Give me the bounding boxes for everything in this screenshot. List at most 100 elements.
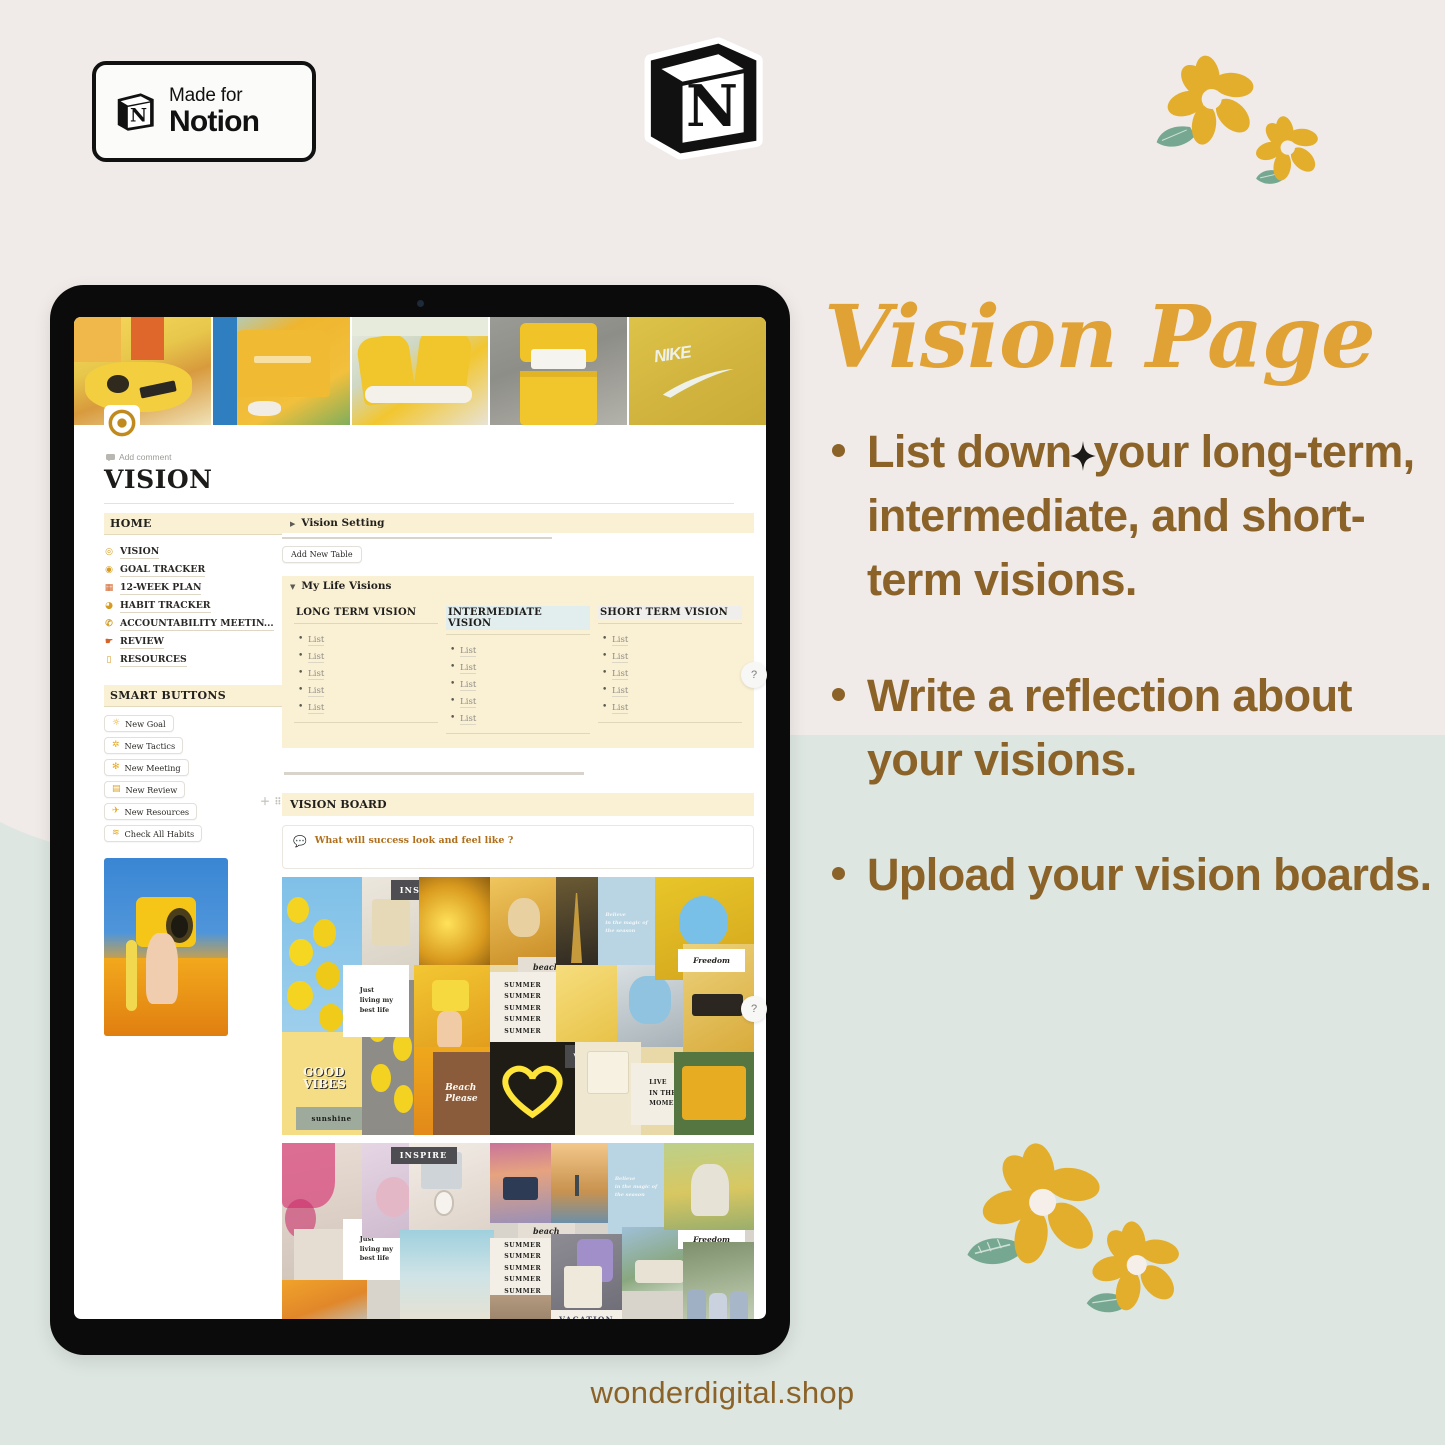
section-divider bbox=[284, 772, 584, 775]
collage-label-believe: Believe in the magic of the season bbox=[605, 912, 648, 935]
cover-image-nike-hoodie: NIKE bbox=[629, 317, 766, 425]
title-divider bbox=[104, 503, 734, 504]
add-new-table-button[interactable]: Add New Table bbox=[282, 546, 362, 563]
list-item[interactable]: List bbox=[598, 665, 742, 682]
help-bubble-button[interactable]: ? bbox=[741, 662, 767, 688]
list-item-label: List bbox=[612, 702, 629, 714]
decorative-flowers-top bbox=[1156, 55, 1340, 195]
collage-tile bbox=[555, 964, 618, 1043]
cover-image-yellow-set bbox=[490, 317, 630, 425]
sidebar-home-header: HOME bbox=[104, 513, 282, 535]
list-item[interactable]: List bbox=[294, 648, 438, 665]
new-meeting-button[interactable]: ✻ New Meeting bbox=[104, 759, 189, 776]
vision-item-list: List List List List List bbox=[446, 642, 590, 727]
collage-tile bbox=[489, 1295, 556, 1319]
callout-text: What will success look and feel like ? bbox=[314, 835, 514, 846]
list-item[interactable]: List bbox=[598, 648, 742, 665]
sidebar-item-review[interactable]: ☛ REVIEW bbox=[104, 633, 282, 651]
check-all-habits-button[interactable]: ≋ Check All Habits bbox=[104, 825, 203, 842]
collage-tile bbox=[551, 1143, 608, 1223]
ladder-icon: ≋ bbox=[112, 828, 120, 838]
list-item[interactable]: List bbox=[294, 631, 438, 648]
section-divider bbox=[282, 537, 552, 539]
smart-button-label: New Resources bbox=[124, 806, 190, 817]
list-item[interactable]: List bbox=[446, 710, 590, 727]
list-item-label: List bbox=[460, 696, 477, 708]
hand-icon: ☛ bbox=[104, 637, 114, 647]
smart-button-label: New Review bbox=[125, 784, 178, 795]
help-bubble-button[interactable]: ? bbox=[741, 996, 767, 1022]
vision-item-list: List List List List List bbox=[294, 631, 438, 716]
cover-image-dior-sweatshirt bbox=[212, 317, 352, 425]
collage-label-summer: SUMMER SUMMER SUMMER SUMMER SUMMER bbox=[489, 1238, 556, 1299]
calendar-icon: ▦ bbox=[104, 583, 114, 593]
list-item[interactable]: List bbox=[294, 665, 438, 682]
my-life-visions-toggle[interactable]: ▼ My Life Visions bbox=[290, 580, 746, 592]
bullet-text: Upload your vision boards. bbox=[867, 849, 1432, 901]
bullet-text: Write a reflection about your visions. bbox=[867, 669, 1352, 785]
sidebar-item-label: GOAL TRACKER bbox=[120, 563, 206, 577]
sidebar-item-12-week-plan[interactable]: ▦ 12-WEEK PLAN bbox=[104, 579, 282, 597]
bullet-dot-icon bbox=[832, 867, 845, 881]
vision-board-header: ＋ ⠿ VISION BOARD bbox=[260, 793, 754, 816]
list-item[interactable]: List bbox=[446, 693, 590, 710]
new-review-button[interactable]: ▤ New Review bbox=[104, 781, 186, 798]
collage-tile bbox=[414, 964, 490, 1058]
sidebar-item-goal-tracker[interactable]: ◉ GOAL TRACKER bbox=[104, 561, 282, 579]
vision-board-label: VISION BOARD bbox=[290, 798, 387, 811]
bullet-text: List down your long-term, intermediate, a… bbox=[867, 420, 1432, 612]
cover-image-converse bbox=[351, 317, 491, 425]
collage-label-vacation: VACATION bbox=[551, 1310, 622, 1319]
drag-handle-icon[interactable]: ⠿ bbox=[274, 798, 282, 808]
add-comment-button[interactable]: Add comment bbox=[106, 452, 171, 462]
sidebar-item-resources[interactable]: ▯ RESOURCES bbox=[104, 651, 282, 669]
sidebar-item-habit-tracker[interactable]: ◕ HABIT TRACKER bbox=[104, 597, 282, 615]
page-cover-gallery: NIKE bbox=[74, 317, 766, 425]
column-short-term-vision: SHORT TERM VISION List List List List Li… bbox=[598, 606, 742, 734]
tablet-screen: NIKE Add comment VISION HOME ◎ VISION ◉ … bbox=[74, 317, 766, 1319]
sidebar: HOME ◎ VISION ◉ GOAL TRACKER ▦ 12-WEEK P… bbox=[74, 513, 282, 1319]
new-tactics-button[interactable]: ✲ New Tactics bbox=[104, 737, 184, 754]
badge-brand-label: Notion bbox=[169, 105, 260, 138]
sidebar-item-label: VISION bbox=[120, 545, 160, 559]
vision-setting-toggle[interactable]: ▶ Vision Setting bbox=[282, 513, 754, 533]
smart-button-label: Check All Habits bbox=[124, 828, 195, 839]
list-item-label: List bbox=[308, 685, 325, 697]
collage-tile bbox=[551, 1234, 622, 1314]
vision-board-collage-yellow: GOOD VIBES sunshine Just living my best lif… bbox=[282, 877, 754, 1135]
sidebar-item-label: REVIEW bbox=[120, 635, 164, 649]
my-life-visions-label: My Life Visions bbox=[301, 580, 392, 592]
my-life-visions-block: ▼ My Life Visions LONG TERM VISION List … bbox=[282, 576, 754, 748]
sidebar-item-vision[interactable]: ◎ VISION bbox=[104, 543, 282, 561]
new-resources-button[interactable]: ✈ New Resources bbox=[104, 803, 198, 820]
list-item[interactable]: List bbox=[598, 682, 742, 699]
list-item[interactable]: List bbox=[598, 631, 742, 648]
shop-url: wonderdigital.shop bbox=[590, 1375, 855, 1410]
plus-icon[interactable]: ＋ bbox=[260, 798, 270, 808]
sidebar-nav-list: ◎ VISION ◉ GOAL TRACKER ▦ 12-WEEK PLAN ◕… bbox=[104, 543, 282, 669]
block-handles[interactable]: ＋ ⠿ bbox=[260, 798, 282, 808]
list-item[interactable]: List bbox=[446, 642, 590, 659]
list-item[interactable]: List bbox=[294, 682, 438, 699]
sidebar-camera-photo bbox=[104, 858, 228, 1036]
vision-item-list: List List List List List bbox=[598, 631, 742, 716]
smart-button-label: New Goal bbox=[125, 718, 166, 729]
eye-icon: ◎ bbox=[105, 547, 113, 557]
decorative-flowers-bottom bbox=[967, 1143, 1200, 1320]
column-header: SHORT TERM VISION bbox=[598, 606, 742, 619]
badge-made-label: Made for bbox=[169, 85, 243, 106]
gear-flower-icon: ✲ bbox=[112, 740, 120, 750]
list-item-label: List bbox=[612, 651, 629, 663]
smart-buttons-list: ☼ New Goal ✲ New Tactics ✻ New Meeting ▤… bbox=[104, 715, 282, 842]
bag-icon: ▯ bbox=[106, 655, 112, 665]
list-item[interactable]: List bbox=[446, 676, 590, 693]
chevron-right-icon: ▶ bbox=[290, 518, 296, 528]
list-item-label: List bbox=[460, 645, 477, 657]
list-item[interactable]: List bbox=[446, 659, 590, 676]
list-item[interactable]: List bbox=[598, 699, 742, 716]
sidebar-item-accountability-meeting[interactable]: ✆ ACCOUNTABILITY MEETIN... bbox=[104, 615, 282, 633]
list-item[interactable]: List bbox=[294, 699, 438, 716]
page-title: Vision Page bbox=[824, 287, 1376, 388]
column-header: LONG TERM VISION bbox=[296, 607, 417, 618]
new-goal-button[interactable]: ☼ New Goal bbox=[104, 715, 174, 732]
